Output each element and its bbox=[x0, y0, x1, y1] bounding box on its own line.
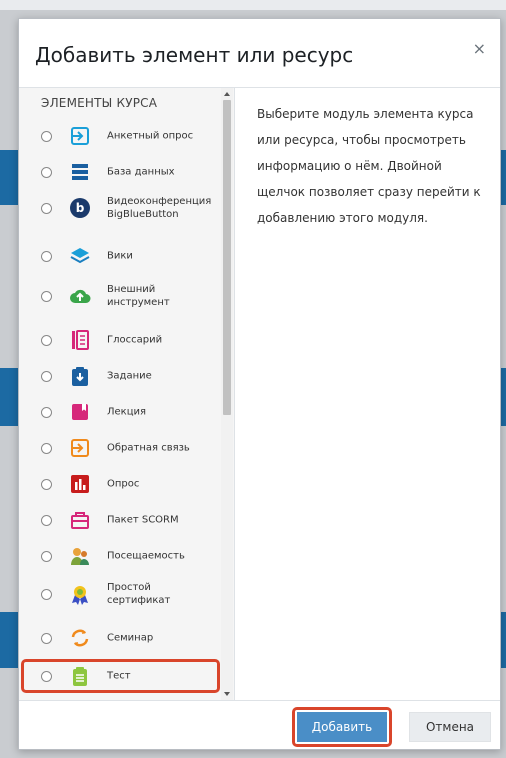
module-item-external-tool[interactable]: Внешний инструмент bbox=[19, 278, 221, 314]
module-label: Лекция bbox=[107, 406, 147, 418]
module-label: Вики bbox=[107, 250, 133, 262]
radio-button[interactable] bbox=[41, 203, 52, 214]
module-label: Задание bbox=[107, 370, 152, 382]
module-label: Внешний инструмент bbox=[107, 284, 170, 308]
module-item-glossary[interactable]: Глоссарий bbox=[19, 322, 221, 358]
wiki-icon bbox=[69, 245, 91, 267]
scroll-down-arrow[interactable] bbox=[224, 692, 230, 696]
dialog-header: Добавить элемент или ресурс × bbox=[19, 19, 500, 88]
add-activity-dialog: Добавить элемент или ресурс × ЭЛЕМЕНТЫ К… bbox=[18, 18, 501, 750]
module-item-scorm[interactable]: Пакет SCORM bbox=[19, 502, 221, 538]
radio-button[interactable] bbox=[41, 479, 52, 490]
radio-button[interactable] bbox=[41, 291, 52, 302]
radio-button[interactable] bbox=[41, 371, 52, 382]
module-info-text: Выберите модуль элемента курса или ресур… bbox=[257, 107, 481, 225]
scorm-icon bbox=[69, 509, 91, 531]
section-heading: ЭЛЕМЕНТЫ КУРСА bbox=[41, 96, 158, 110]
radio-button[interactable] bbox=[41, 589, 52, 600]
module-label: Глоссарий bbox=[107, 334, 163, 346]
certificate-icon bbox=[69, 583, 91, 605]
background-page bbox=[0, 0, 506, 10]
module-label: Пакет SCORM bbox=[107, 514, 179, 526]
dialog-title: Добавить элемент или ресурс bbox=[35, 43, 354, 67]
radio-button[interactable] bbox=[41, 515, 52, 526]
svg-text:b: b bbox=[76, 201, 85, 215]
close-icon[interactable]: × bbox=[473, 39, 486, 58]
module-item-workshop[interactable]: Семинар bbox=[19, 620, 221, 656]
module-item-database[interactable]: База данных bbox=[19, 154, 221, 190]
radio-button[interactable] bbox=[41, 251, 52, 262]
module-item-attendance[interactable]: Посещаемость bbox=[19, 538, 221, 574]
module-list: ЭЛЕМЕНТЫ КУРСА Анкетный опрос База данны… bbox=[19, 88, 235, 700]
assignment-icon bbox=[69, 365, 91, 387]
module-item-bigbluebutton[interactable]: b Видеоконференция BigBlueButton bbox=[19, 190, 221, 226]
feedback-icon bbox=[69, 437, 91, 459]
module-item-certificate[interactable]: Простой сертификат bbox=[19, 576, 221, 612]
module-item-lesson[interactable]: Лекция bbox=[19, 394, 221, 430]
radio-button[interactable] bbox=[41, 671, 52, 682]
quiz-icon bbox=[69, 665, 91, 687]
module-item-choice[interactable]: Опрос bbox=[19, 466, 221, 502]
module-label: Семинар bbox=[107, 632, 154, 644]
scroll-thumb[interactable] bbox=[223, 100, 231, 415]
module-label: Тест bbox=[107, 670, 131, 682]
module-label: Посещаемость bbox=[107, 550, 185, 562]
choice-icon bbox=[69, 473, 91, 495]
workshop-icon bbox=[69, 627, 91, 649]
external-tool-icon bbox=[69, 285, 91, 307]
lesson-icon bbox=[69, 401, 91, 423]
module-label: Опрос bbox=[107, 478, 140, 490]
radio-button[interactable] bbox=[41, 633, 52, 644]
radio-button[interactable] bbox=[41, 335, 52, 346]
module-label: Видеоконференция BigBlueButton bbox=[107, 196, 212, 220]
scroll-up-arrow[interactable] bbox=[224, 92, 230, 96]
bigbluebutton-icon: b bbox=[69, 197, 91, 219]
attendance-icon bbox=[69, 545, 91, 567]
module-label: База данных bbox=[107, 166, 175, 178]
cancel-button[interactable]: Отмена bbox=[409, 712, 491, 742]
module-item-questionnaire[interactable]: Анкетный опрос bbox=[19, 118, 221, 154]
module-item-quiz[interactable]: Тест bbox=[19, 658, 221, 694]
add-button[interactable]: Добавить bbox=[297, 712, 387, 742]
radio-button[interactable] bbox=[41, 167, 52, 178]
radio-button[interactable] bbox=[41, 407, 52, 418]
radio-button[interactable] bbox=[41, 551, 52, 562]
module-item-wiki[interactable]: Вики bbox=[19, 238, 221, 274]
glossary-icon bbox=[69, 329, 91, 351]
radio-button[interactable] bbox=[41, 131, 52, 142]
module-label: Обратная связь bbox=[107, 442, 190, 454]
module-item-assignment[interactable]: Задание bbox=[19, 358, 221, 394]
module-label: Простой сертификат bbox=[107, 582, 171, 606]
questionnaire-icon bbox=[69, 125, 91, 147]
module-item-feedback[interactable]: Обратная связь bbox=[19, 430, 221, 466]
database-icon bbox=[69, 161, 91, 183]
module-label: Анкетный опрос bbox=[107, 130, 194, 142]
scrollbar[interactable] bbox=[221, 88, 233, 700]
dialog-footer: Добавить Отмена bbox=[19, 700, 500, 752]
radio-button[interactable] bbox=[41, 443, 52, 454]
